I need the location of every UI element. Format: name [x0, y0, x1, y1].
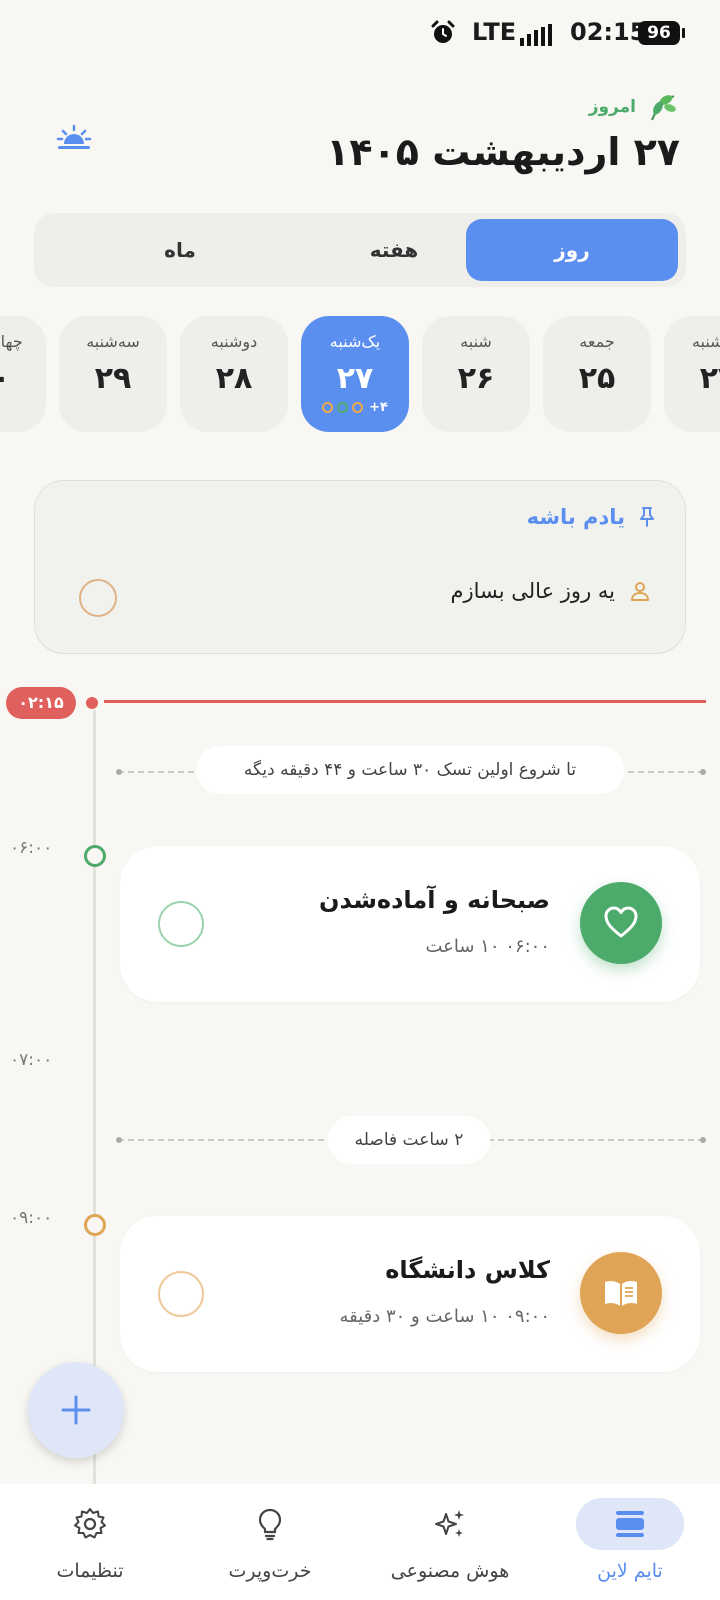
nav-label: هوش مصنوعی: [390, 1560, 510, 1582]
time-label: ۰۶:۰۰: [10, 838, 53, 858]
day-name: جمعه: [579, 332, 615, 351]
day-card[interactable]: دوشنبه ۲۸: [180, 316, 288, 432]
day-strip: چهارشنبه ۳۰ سه‌شنبه ۲۹ دوشنبه ۲۸ یک‌شنبه…: [0, 316, 720, 432]
task-dots: +۴: [301, 400, 409, 415]
nav-tips[interactable]: خرت‌وپرت: [180, 1484, 360, 1600]
day-name: سه‌شنبه: [86, 332, 140, 351]
pinned-item-checkbox[interactable]: [79, 579, 117, 617]
nav-label: خرت‌وپرت: [228, 1560, 312, 1582]
add-task-button[interactable]: [28, 1362, 124, 1458]
plus-icon: [61, 1395, 91, 1425]
time-label: ۰۷:۰۰: [10, 1050, 53, 1070]
task-dot: [337, 402, 349, 413]
sunrise-icon[interactable]: [56, 120, 92, 156]
task-dot: [322, 402, 334, 413]
day-card[interactable]: جمعه ۲۵: [543, 316, 651, 432]
sparkles-icon: [435, 1510, 464, 1537]
today-row: امروز: [589, 90, 680, 124]
day-card[interactable]: شنبه ۲۶: [422, 316, 530, 432]
status-bar: LTE 02:15 96: [0, 0, 720, 68]
task-checkbox[interactable]: [158, 901, 204, 947]
day-card[interactable]: پنجشنبه ۲۴: [664, 316, 720, 432]
timeline-node: [84, 845, 106, 867]
day-date: ۲۴: [699, 361, 720, 396]
timeline-icon: [616, 1511, 644, 1537]
nav-icon-pill: [576, 1498, 684, 1550]
nav-timeline[interactable]: تایم لاین: [540, 1484, 720, 1600]
pinned-item-text: یه روز عالی بسازم: [450, 579, 615, 603]
network-type: LTE: [472, 18, 517, 46]
view-switcher: روز هفته ماه: [34, 213, 686, 287]
task-dot: [352, 402, 364, 413]
book-icon: [605, 1280, 637, 1306]
nav-icon-pill: [396, 1498, 504, 1550]
pin-icon: [640, 507, 654, 527]
current-time-dot: [86, 697, 98, 709]
task-card[interactable]: کلاس دانشگاه ۰۹:۰۰ ۱۰ ساعت و ۳۰ دقیقه: [120, 1216, 700, 1372]
heart-icon: [604, 906, 638, 938]
day-name: دوشنبه: [210, 332, 258, 351]
day-date: ۲۹: [94, 361, 132, 396]
gap-pill: ۲ ساعت فاصله: [328, 1116, 490, 1164]
tab-week[interactable]: هفته: [288, 219, 500, 281]
task-icon-badge: [580, 882, 662, 964]
task-checkbox[interactable]: [158, 1271, 204, 1317]
battery-indicator: 96: [638, 21, 685, 45]
signal-icon: [520, 24, 552, 46]
task-time: ۰۶:۰۰ ۱۰ ساعت: [425, 936, 550, 957]
pinned-title: یادم باشه: [526, 505, 625, 529]
nav-ai[interactable]: هوش مصنوعی: [360, 1484, 540, 1600]
more-count: +۴: [369, 400, 388, 415]
nav-label: تایم لاین: [597, 1560, 663, 1582]
day-date: ۲۵: [578, 361, 616, 396]
nav-icon-pill: [216, 1498, 324, 1550]
gap-pill-first-task: تا شروع اولین تسک ۳۰ ساعت و ۴۴ دقیقه دیگ…: [196, 746, 624, 794]
gear-icon: [74, 1508, 106, 1539]
person-icon: [631, 582, 649, 601]
nav-icon-pill: [36, 1498, 144, 1550]
nav-settings[interactable]: تنظیمات: [0, 1484, 180, 1600]
leaf-icon: [651, 95, 676, 121]
day-name: شنبه: [460, 332, 492, 351]
current-time-badge: ۰۲:۱۵: [6, 687, 76, 719]
task-time: ۰۹:۰۰ ۱۰ ساعت و ۳۰ دقیقه: [339, 1306, 550, 1327]
clock: 02:15: [570, 18, 647, 46]
day-date: ۲۸: [215, 361, 253, 396]
task-icon-badge: [580, 1252, 662, 1334]
task-card[interactable]: صبحانه و آماده‌شدن ۰۶:۰۰ ۱۰ ساعت: [120, 846, 700, 1002]
pinned-header: یادم باشه: [527, 505, 659, 529]
today-label: امروز: [588, 97, 636, 117]
day-name: پنجشنبه: [691, 332, 720, 351]
tab-month[interactable]: ماه: [74, 219, 286, 281]
day-date: ۲۶: [457, 361, 495, 396]
pinned-item: یه روز عالی بسازم: [450, 579, 651, 603]
bottom-navigation: تایم لاین هوش مصنوعی خرت‌وپرت تنظیم: [0, 1484, 720, 1600]
day-card[interactable]: سه‌شنبه ۲۹: [59, 316, 167, 432]
day-card-selected[interactable]: یک‌شنبه ۲۷ +۴: [301, 316, 409, 432]
day-date: ۳۰: [0, 361, 11, 396]
lightbulb-icon: [258, 1508, 282, 1541]
day-name: یک‌شنبه: [329, 332, 381, 351]
time-label: ۰۹:۰۰: [10, 1208, 53, 1228]
task-title: صبحانه و آماده‌شدن: [318, 886, 550, 914]
day-name: چهارشنبه: [0, 332, 23, 351]
page-title: ۲۷ اردیبهشت ۱۴۰۵: [326, 130, 680, 174]
day-card[interactable]: چهارشنبه ۳۰: [0, 316, 46, 432]
task-title: کلاس دانشگاه: [385, 1256, 550, 1284]
current-time-line: [104, 700, 706, 703]
pinned-reminder-card: یادم باشه یه روز عالی بسازم: [34, 480, 686, 654]
timeline-node: [84, 1214, 106, 1236]
alarm-icon: [431, 20, 455, 43]
nav-label: تنظیمات: [56, 1560, 124, 1582]
day-date: ۲۷: [336, 361, 374, 396]
